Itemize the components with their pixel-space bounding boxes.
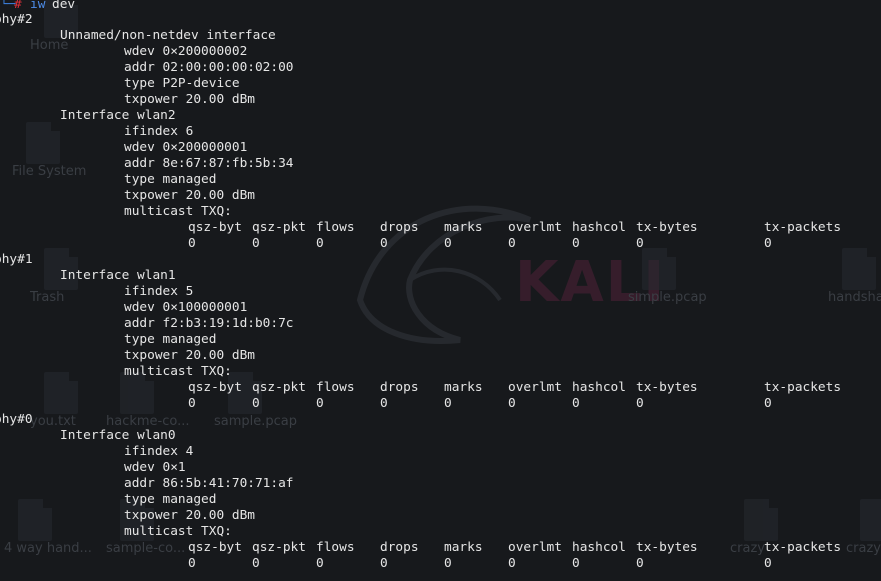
command-dev: dev	[52, 0, 76, 12]
terminal-line-text: txpower 20.00 dBm	[124, 188, 255, 203]
txq-cell: qsz-pkt	[252, 380, 306, 395]
terminal-line-text: phy#1	[0, 252, 33, 267]
terminal-output[interactable]: └─ # iw dev phy#2Unnamed/non-netdev inte…	[0, 0, 881, 581]
txq-cell: flows	[316, 220, 355, 235]
terminal-line-text: ifindex 5	[124, 284, 194, 299]
txq-cell: overlmt	[508, 220, 562, 235]
terminal-line-text: wdev 0×1	[124, 460, 186, 475]
txq-cell: 0	[636, 396, 644, 411]
terminal-line-text: type managed	[124, 332, 217, 347]
txq-cell: 0	[764, 236, 772, 251]
txq-cell: tx-bytes	[636, 540, 698, 555]
txq-cell: qsz-pkt	[252, 540, 306, 555]
txq-cell: 0	[508, 236, 516, 251]
txq-cell: drops	[380, 380, 419, 395]
txq-cell: 0	[380, 556, 388, 571]
txq-cell: 0	[572, 556, 580, 571]
txq-cell: 0	[444, 556, 452, 571]
txq-cell: tx-packets	[764, 220, 842, 235]
txq-cell: 0	[380, 236, 388, 251]
txq-cell: hashcol	[572, 540, 626, 555]
terminal-line-text: phy#0	[0, 412, 33, 427]
terminal-line-text: Interface wlan1	[60, 268, 176, 283]
terminal-line-text: wdev 0×200000001	[124, 140, 248, 155]
txq-cell: tx-bytes	[636, 220, 698, 235]
txq-cell: qsz-byt	[188, 380, 242, 395]
txq-cell: overlmt	[508, 540, 562, 555]
terminal-line-text: txpower 20.00 dBm	[124, 348, 255, 363]
txq-cell: 0	[188, 396, 196, 411]
terminal-line-text: type managed	[124, 172, 217, 187]
txq-cell: 0	[316, 556, 324, 571]
txq-cell: flows	[316, 540, 355, 555]
txq-cell: 0	[188, 556, 196, 571]
txq-cell: 0	[764, 396, 772, 411]
txq-cell: marks	[444, 220, 483, 235]
terminal-line-text: addr 8e:67:87:fb:5b:34	[124, 156, 294, 171]
txq-cell: 0	[316, 396, 324, 411]
terminal-line-text: type P2P-device	[124, 76, 240, 91]
terminal-line-text: Interface wlan0	[60, 428, 176, 443]
terminal-line-text: phy#2	[0, 12, 33, 27]
txq-cell: 0	[252, 236, 260, 251]
txq-cell: qsz-pkt	[252, 220, 306, 235]
txq-cell: 0	[764, 556, 772, 571]
txq-cell: qsz-byt	[188, 220, 242, 235]
txq-cell: marks	[444, 380, 483, 395]
txq-cell: tx-bytes	[636, 380, 698, 395]
txq-cell: qsz-byt	[188, 540, 242, 555]
terminal-line-text: addr f2:b3:19:1d:b0:7c	[124, 316, 294, 331]
terminal-line-text: addr 86:5b:41:70:71:af	[124, 476, 294, 491]
txq-cell: 0	[572, 396, 580, 411]
txq-cell: hashcol	[572, 220, 626, 235]
terminal-line-text: txpower 20.00 dBm	[124, 508, 255, 523]
txq-cell: 0	[572, 236, 580, 251]
terminal-line-text: Interface wlan2	[60, 108, 176, 123]
terminal-line-text: multicast TXQ:	[124, 524, 232, 539]
txq-cell: marks	[444, 540, 483, 555]
terminal-line-text: addr 02:00:00:00:02:00	[124, 60, 294, 75]
terminal-line-text: multicast TXQ:	[124, 204, 232, 219]
terminal-line-text: wdev 0×100000001	[124, 300, 248, 315]
terminal-line-text: type managed	[124, 492, 217, 507]
txq-cell: 0	[252, 556, 260, 571]
txq-cell: 0	[444, 396, 452, 411]
txq-cell: hashcol	[572, 380, 626, 395]
txq-cell: 0	[636, 236, 644, 251]
txq-cell: 0	[316, 236, 324, 251]
terminal-line-text: wdev 0×200000002	[124, 44, 248, 59]
terminal-line-text: txpower 20.00 dBm	[124, 92, 255, 107]
txq-cell: 0	[508, 556, 516, 571]
txq-cell: drops	[380, 220, 419, 235]
txq-cell: 0	[636, 556, 644, 571]
txq-cell: 0	[252, 396, 260, 411]
txq-cell: flows	[316, 380, 355, 395]
txq-cell: 0	[508, 396, 516, 411]
txq-cell: tx-packets	[764, 540, 842, 555]
txq-cell: tx-packets	[764, 380, 842, 395]
txq-cell: 0	[444, 236, 452, 251]
txq-cell: overlmt	[508, 380, 562, 395]
txq-cell: 0	[188, 236, 196, 251]
terminal-line-text: Unnamed/non-netdev interface	[60, 28, 276, 43]
terminal-line-text: ifindex 4	[124, 444, 194, 459]
txq-cell: drops	[380, 540, 419, 555]
terminal-line-text: ifindex 6	[124, 124, 194, 139]
terminal-line-text: multicast TXQ:	[124, 364, 232, 379]
txq-cell: 0	[380, 396, 388, 411]
